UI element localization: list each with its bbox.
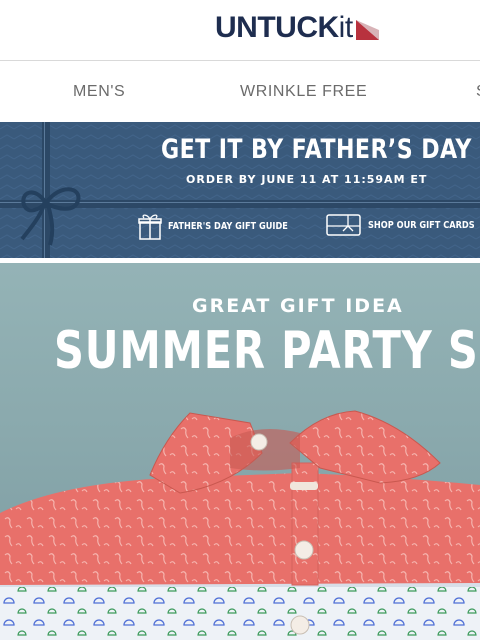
ribbon-bow-icon <box>20 187 81 246</box>
nav-item-wrinkle-free[interactable]: WRINKLE FREE <box>240 83 367 101</box>
gift-guide-label: FATHER'S DAY GIFT GUIDE <box>168 220 288 232</box>
gift-cards-label: SHOP OUR GIFT CARDS <box>368 219 475 231</box>
gift-cards-link[interactable]: SHOP OUR GIFT CARDS <box>326 212 480 238</box>
hero-kicker: GREAT GIFT IDEA <box>192 295 404 317</box>
banner-subtitle: ORDER BY JUNE 11 AT 11:59AM ET <box>186 173 428 186</box>
nav-item-partial[interactable]: S <box>476 83 480 101</box>
gift-card-icon <box>326 214 361 236</box>
logo-flag-icon <box>355 20 379 40</box>
hero-title: SUMMER PARTY SHIR <box>54 321 480 381</box>
brand-logo[interactable]: UNTUCKit <box>215 10 381 46</box>
folded-shirts-image <box>0 410 480 640</box>
nav-item-mens[interactable]: MEN'S <box>73 83 125 101</box>
banner-title: GET IT BY FATHER’S DAY <box>161 134 472 165</box>
category-nav: MEN'S WRINKLE FREE S <box>0 61 480 121</box>
fathers-day-banner[interactable]: GET IT BY FATHER’S DAY ORDER BY JUNE 11 … <box>0 122 480 258</box>
hero-banner[interactable]: GREAT GIFT IDEA SUMMER PARTY SHIR <box>0 263 480 640</box>
gift-icon <box>138 214 162 240</box>
site-header: UNTUCKit <box>0 0 480 61</box>
gift-guide-link[interactable]: FATHER'S DAY GIFT GUIDE <box>138 212 314 240</box>
brand-wordmark: UNTUCKit <box>215 11 353 44</box>
